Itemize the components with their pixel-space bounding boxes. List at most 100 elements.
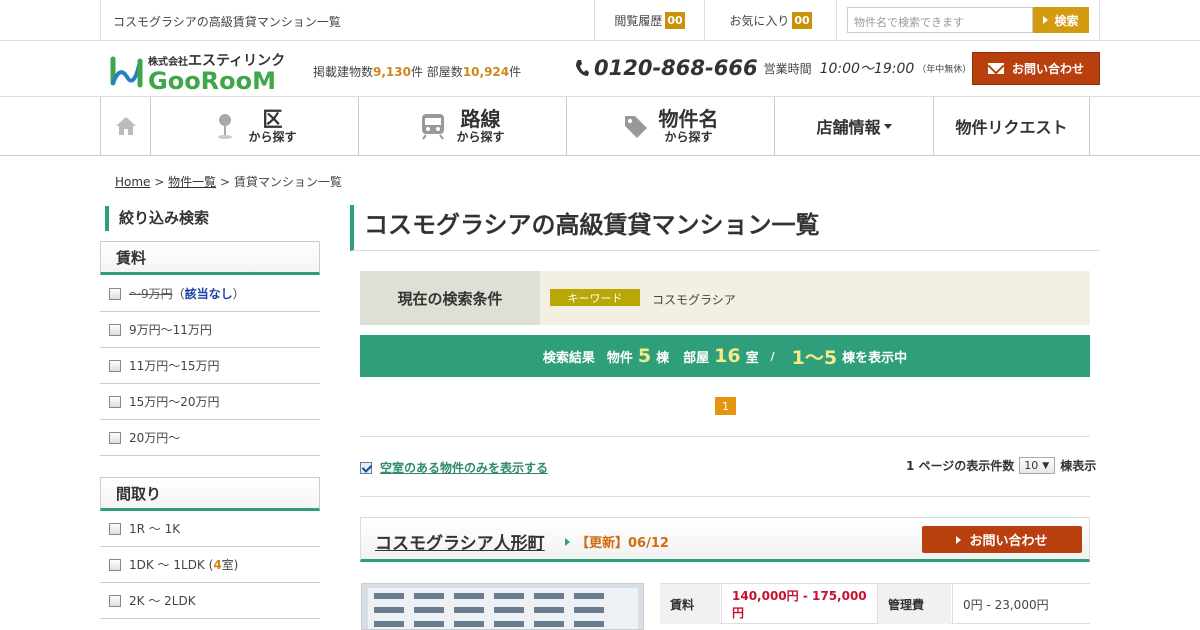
- tag-icon: [624, 116, 647, 138]
- checkbox[interactable]: [109, 594, 121, 607]
- rent-option-label: 15万円～20万円: [129, 395, 220, 409]
- nav-line-sub: から探す: [456, 130, 505, 144]
- per-page-label: 1 ページの表示件数: [906, 459, 1015, 473]
- logo-wordmark: GooRooM: [148, 67, 277, 95]
- per-page-value: 10: [1024, 459, 1039, 472]
- per-page-suffix: 棟表示: [1060, 459, 1097, 473]
- rent-option[interactable]: ～9万円 （該当なし）: [100, 276, 320, 312]
- caret-down-icon: [883, 123, 892, 129]
- favorites-link[interactable]: お気に入り 00: [704, 0, 836, 40]
- search-input[interactable]: 物件名で検索できます: [847, 7, 1033, 33]
- keyword-value: コスモグラシア: [652, 293, 736, 307]
- result-buildings-count: 5: [637, 345, 652, 367]
- property-photo[interactable]: [361, 583, 644, 630]
- keyword-tag: キーワード: [550, 289, 640, 306]
- layout-option[interactable]: 2K ～ 2LDK: [100, 583, 320, 619]
- main-nav: 区 から探す 路線 から探す 物件名 から探す 店舗情報 物件リクエスト: [0, 97, 1200, 156]
- nav-search-by-ward[interactable]: 区 から探す: [151, 97, 359, 155]
- rent-option-label: 20万円～: [129, 431, 181, 445]
- history-label: 閲覧履歴: [614, 13, 663, 28]
- search-button[interactable]: 検索: [1033, 7, 1089, 33]
- layout-option-suffix: 室): [221, 558, 239, 572]
- play-icon: [1043, 16, 1049, 24]
- nav-search-by-name[interactable]: 物件名 から探す: [567, 97, 775, 155]
- checkbox[interactable]: [109, 323, 121, 336]
- favorites-label: お気に入り: [729, 13, 790, 28]
- nav-request-label: 物件リクエスト: [955, 118, 1068, 137]
- breadcrumb: Home > 物件一覧 > 賃貸マンション一覧: [115, 173, 342, 190]
- nav-search-by-line[interactable]: 路線 から探す: [359, 97, 567, 155]
- checkbox[interactable]: [109, 431, 121, 444]
- nav-property-request[interactable]: 物件リクエスト: [934, 97, 1090, 155]
- fee-value: 0円 - 23,000円: [952, 584, 1090, 624]
- property-name-link[interactable]: コスモグラシア人形町: [375, 529, 545, 554]
- layout-option[interactable]: 1DK ～ 1LDK (4 室): [100, 547, 320, 583]
- divider: [836, 0, 837, 40]
- table-row: 賃料 140,000円 - 175,000円 管理費 0円 - 23,000円: [660, 584, 1090, 624]
- rent-option[interactable]: 11万円～15万円: [100, 348, 320, 384]
- top-bar: コスモグラシアの高級賃貸マンション一覧 閲覧履歴 00 お気に入り 00 物件名…: [0, 0, 1200, 41]
- breadcrumb-sep: >: [150, 175, 169, 189]
- checkbox[interactable]: [109, 287, 121, 300]
- rent-option[interactable]: 20万円～: [100, 420, 320, 456]
- nav-name-main: 物件名: [658, 107, 719, 131]
- stats-mid: 件 部屋数: [410, 65, 463, 79]
- play-icon: [956, 535, 962, 544]
- layout-option-count: 4: [213, 557, 222, 572]
- business-hours: 10:00～19:00: [819, 61, 915, 77]
- checkbox[interactable]: [109, 395, 121, 408]
- phone-number[interactable]: 0120-868-666: [594, 56, 758, 80]
- vacant-only-toggle[interactable]: 空室のある物件のみを表示する: [360, 459, 548, 476]
- result-separator: /: [770, 349, 775, 363]
- favorites-count-badge: 00: [792, 11, 812, 29]
- breadcrumb-sep: >: [216, 175, 234, 189]
- listing-stats: 掲載建物数9,130件 部屋数10,924件: [313, 63, 521, 80]
- breadcrumb-home[interactable]: Home: [115, 175, 150, 189]
- phone-icon: [576, 60, 589, 76]
- layout-option[interactable]: 1R ～ 1K: [100, 511, 320, 547]
- checkbox-checked[interactable]: [360, 461, 372, 474]
- checkbox[interactable]: [109, 522, 121, 535]
- nav-home[interactable]: [101, 97, 151, 155]
- checkbox[interactable]: [109, 359, 121, 372]
- property-info-table: 賃料 140,000円 - 175,000円 管理費 0円 - 23,000円: [660, 583, 1090, 624]
- fee-label: 管理費: [877, 584, 951, 624]
- per-page-select[interactable]: 10 ▼: [1019, 457, 1056, 474]
- checkbox[interactable]: [109, 558, 121, 571]
- no-match-note: 該当なし: [184, 287, 233, 301]
- layout-option-label: 2K ～ 2LDK: [129, 594, 196, 608]
- pagination-page[interactable]: 1: [715, 397, 736, 415]
- header-contact-button[interactable]: お問い合わせ: [972, 52, 1100, 85]
- mail-icon: [987, 63, 1004, 74]
- page-title: コスモグラシアの高級賃貸マンション一覧: [350, 205, 1100, 251]
- rent-option-label: 11万円～15万円: [129, 359, 220, 373]
- map-pin-icon: [218, 114, 233, 139]
- breadcrumb-list[interactable]: 物件一覧: [168, 175, 216, 189]
- contact-button-label: お問い合わせ: [1011, 62, 1084, 76]
- rent-filter-heading: 賃料: [100, 241, 320, 275]
- site-header: 株式会社エスティリンク GooRooM 掲載建物数9,130件 部屋数10,92…: [0, 41, 1200, 97]
- result-buildings-label: 物件: [606, 350, 633, 366]
- property-contact-button[interactable]: お問い合わせ: [922, 526, 1082, 553]
- updated-label: 【更新】06/12: [576, 536, 669, 551]
- history-link[interactable]: 閲覧履歴 00: [594, 0, 704, 40]
- building-photo-image: [362, 584, 643, 629]
- history-count-badge: 00: [665, 11, 685, 29]
- paren: （: [172, 287, 185, 301]
- result-rooms-unit: 室: [745, 350, 759, 366]
- rent-option[interactable]: 9万円～11万円: [100, 312, 320, 348]
- rent-option-label: 9万円～11万円: [129, 323, 212, 337]
- nav-ward-main: 区: [262, 107, 283, 131]
- vacant-only-label[interactable]: 空室のある物件のみを表示する: [380, 459, 548, 476]
- page-heading-small: コスモグラシアの高級賃貸マンション一覧: [113, 15, 341, 29]
- divider: [360, 436, 1090, 437]
- nav-store-info[interactable]: 店舗情報: [775, 97, 934, 155]
- search-button-label: 検索: [1054, 13, 1079, 28]
- paren: ）: [232, 287, 245, 301]
- breadcrumb-current: 賃貸マンション一覧: [233, 175, 342, 189]
- property-header: コスモグラシア人形町 【更新】06/12 お問い合わせ: [360, 517, 1090, 562]
- nav-store-label: 店舗情報: [816, 118, 881, 137]
- site-logo[interactable]: 株式会社エスティリンク GooRooM: [110, 49, 290, 95]
- result-range: 1～5: [791, 346, 838, 369]
- rent-option[interactable]: 15万円～20万円: [100, 384, 320, 420]
